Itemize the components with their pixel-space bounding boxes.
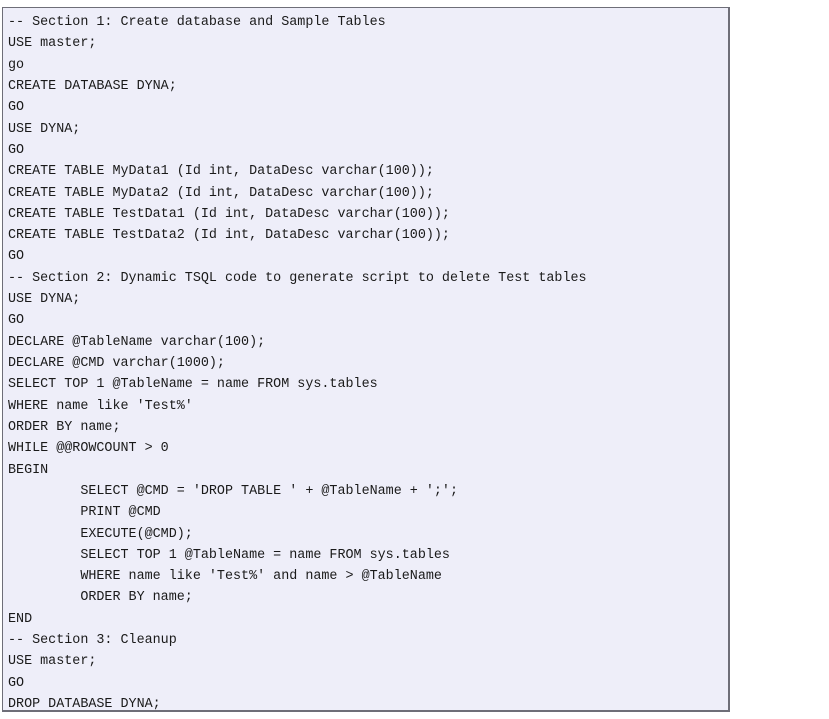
- code-line: WHERE name like 'Test%': [8, 398, 193, 414]
- code-line: DECLARE @CMD varchar(1000);: [8, 356, 225, 371]
- code-line: USE master;: [8, 36, 97, 52]
- code-line: DECLARE @TableName varchar(100);: [8, 334, 266, 350]
- code-line: CREATE TABLE TestData2 (Id int, DataDesc…: [8, 228, 450, 244]
- code-line: USE DYNA;: [8, 121, 81, 137]
- code-line: GO: [8, 313, 25, 329]
- code-line: CREATE TABLE MyData2 (Id int, DataDesc v…: [8, 185, 434, 201]
- code-line: USE master;: [8, 654, 97, 670]
- code-block-container[interactable]: -- Section 1: Create database and Sample…: [2, 7, 730, 712]
- code-line: GO: [8, 675, 25, 691]
- sql-code-text[interactable]: -- Section 1: Create database and Sample…: [8, 12, 728, 712]
- code-line: EXECUTE(@CMD);: [8, 526, 193, 542]
- code-line: BEGIN: [8, 462, 49, 478]
- code-line: WHILE @@ROWCOUNT > 0: [8, 441, 169, 457]
- code-line: DROP DATABASE DYNA;: [8, 697, 161, 712]
- code-line: CREATE TABLE TestData1 (Id int, DataDesc…: [8, 206, 450, 222]
- code-line: WHERE name like 'Test%' and name > @Tabl…: [8, 569, 442, 585]
- code-block-inner: -- Section 1: Create database and Sample…: [3, 8, 728, 710]
- code-line: ORDER BY name;: [8, 419, 121, 435]
- code-line: -- Section 3: Cleanup: [8, 633, 177, 649]
- page-canvas: -- Section 1: Create database and Sample…: [0, 0, 829, 719]
- code-line: END: [8, 611, 33, 627]
- code-line: -- Section 1: Create database and Sample…: [8, 15, 386, 30]
- code-line: GO: [8, 249, 25, 265]
- code-line: SELECT TOP 1 @TableName = name FROM sys.…: [8, 377, 378, 393]
- code-line: ORDER BY name;: [8, 590, 193, 606]
- code-line: USE DYNA;: [8, 292, 81, 308]
- code-line: PRINT @CMD: [8, 505, 161, 521]
- code-line: CREATE DATABASE DYNA;: [8, 78, 177, 94]
- code-line: GO: [8, 142, 25, 158]
- code-line: GO: [8, 100, 25, 116]
- code-line: SELECT @CMD = 'DROP TABLE ' + @TableName…: [8, 483, 458, 499]
- code-line: go: [8, 57, 25, 73]
- code-line: -- Section 2: Dynamic TSQL code to gener…: [8, 270, 587, 286]
- code-line: SELECT TOP 1 @TableName = name FROM sys.…: [8, 547, 450, 563]
- code-line: CREATE TABLE MyData1 (Id int, DataDesc v…: [8, 164, 434, 180]
